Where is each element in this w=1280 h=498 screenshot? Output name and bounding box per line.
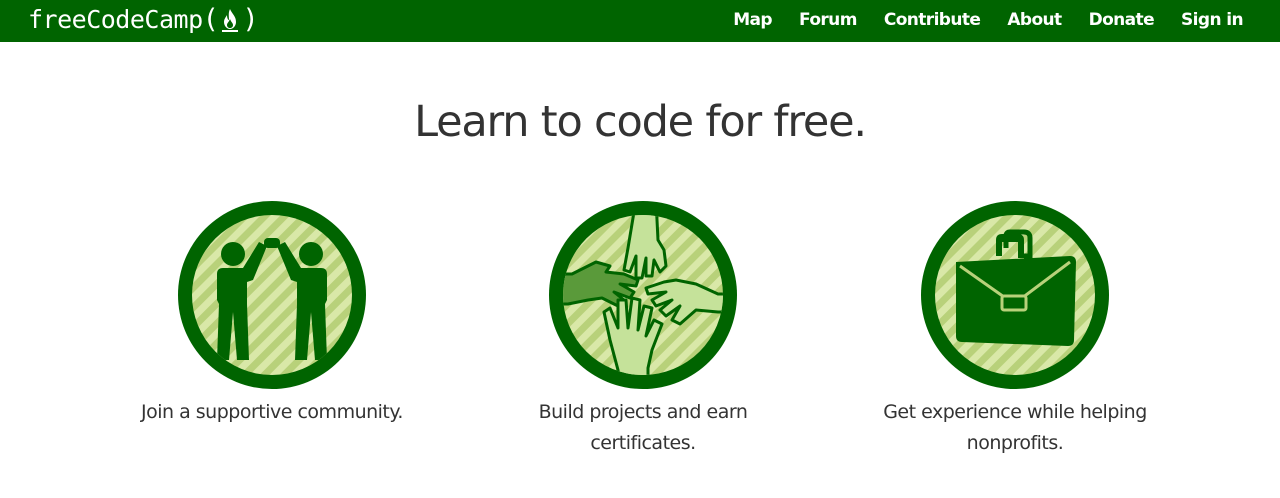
feature-text-line1: Join a supportive community. <box>141 401 403 423</box>
high-five-icon <box>178 201 366 389</box>
page-headline: Learn to code for free. <box>414 97 867 147</box>
nav-link-about[interactable]: About <box>1007 10 1062 30</box>
top-navbar: freeCodeCamp ( ) Map Forum Contribute Ab… <box>0 0 1280 42</box>
nav-links: Map Forum Contribute About Donate Sign i… <box>733 0 1243 40</box>
feature-text-line1: Build projects and earn <box>538 401 748 423</box>
flame-icon <box>219 7 241 33</box>
brand-paren-open: ( <box>202 3 219 35</box>
briefcase-icon <box>921 201 1109 389</box>
feature-text-line1: Get experience while helping <box>883 401 1147 423</box>
brand-name: freeCodeCamp <box>28 4 203 34</box>
feature-nonprofits: Get experience while helping nonprofits. <box>855 200 1175 459</box>
hands-icon <box>549 201 737 389</box>
brand-logo[interactable]: freeCodeCamp ( ) <box>28 2 259 36</box>
feature-text-line2: certificates. <box>590 432 696 454</box>
feature-community: Join a supportive community. <box>112 200 432 428</box>
nav-link-forum[interactable]: Forum <box>799 10 857 30</box>
nav-link-contribute[interactable]: Contribute <box>884 10 981 30</box>
feature-text-line2: nonprofits. <box>966 432 1064 454</box>
nav-link-map[interactable]: Map <box>733 10 772 30</box>
nav-link-sign-in[interactable]: Sign in <box>1181 10 1244 30</box>
brand-paren-close: ) <box>242 3 259 35</box>
feature-projects: Build projects and earn certificates. <box>483 200 803 459</box>
nav-link-donate[interactable]: Donate <box>1089 10 1155 30</box>
